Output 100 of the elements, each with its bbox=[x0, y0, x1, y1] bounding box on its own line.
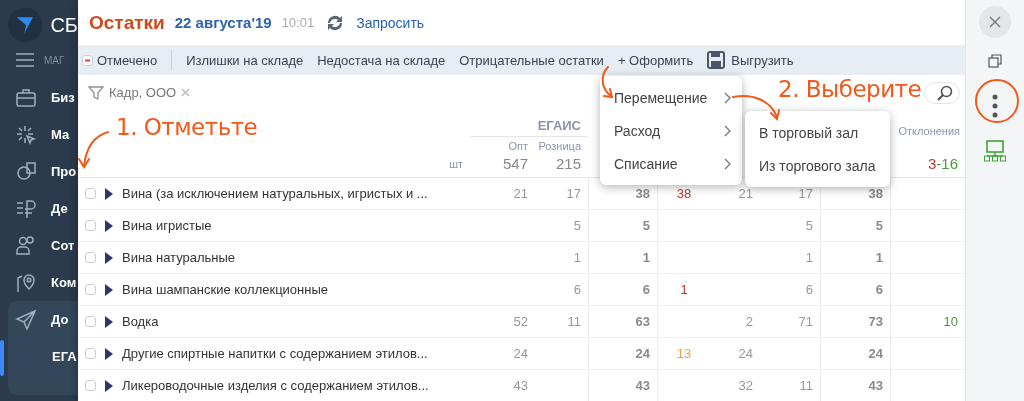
gear-box-icon bbox=[15, 160, 37, 183]
table-cell: 5 bbox=[588, 210, 657, 241]
row-checkbox[interactable] bbox=[85, 380, 96, 391]
row-name[interactable]: Вина натуральные bbox=[122, 242, 236, 273]
table-cell: 5 bbox=[820, 210, 890, 241]
annotation-arrow bbox=[78, 131, 109, 169]
expand-arrow-icon[interactable] bbox=[105, 347, 113, 360]
row-checkbox[interactable] bbox=[85, 220, 96, 231]
filter-link[interactable]: Недостача на складе bbox=[317, 52, 446, 68]
sidebar-item[interactable]: Ма bbox=[51, 127, 70, 142]
marked-filter[interactable]: Отмечено bbox=[97, 52, 158, 68]
sidebar-item[interactable]: Де bbox=[51, 201, 68, 216]
table-cell: 1 bbox=[588, 242, 657, 273]
request-link[interactable]: Запросить bbox=[356, 14, 425, 31]
annotation-arrow bbox=[732, 95, 780, 121]
table-cell: 63 bbox=[588, 306, 657, 337]
copy-icon[interactable] bbox=[988, 54, 1002, 68]
row-checkbox[interactable] bbox=[85, 348, 96, 359]
menu-item[interactable]: В торговый зал bbox=[745, 116, 890, 149]
table-cell: 1 bbox=[657, 274, 710, 305]
highlight-circle bbox=[975, 79, 1019, 123]
expand-arrow-icon[interactable] bbox=[105, 219, 113, 232]
row-checkbox[interactable] bbox=[85, 188, 96, 199]
filter-link[interactable]: Излишки на складе bbox=[186, 52, 304, 68]
sidebar-item[interactable]: Ком bbox=[51, 275, 77, 290]
section-label: МАГ bbox=[44, 54, 65, 66]
create-link[interactable]: + Оформить bbox=[617, 52, 694, 68]
table-cell-text: 6 bbox=[804, 281, 814, 299]
menu-icon[interactable] bbox=[16, 53, 34, 67]
expand-arrow-icon[interactable] bbox=[105, 187, 113, 200]
deviation-total: -16 bbox=[936, 155, 958, 172]
filter-chip[interactable]: Кадр, ООО bbox=[109, 85, 177, 100]
row-name[interactable]: Ликероводочные изделия с содержанием этилов... bbox=[122, 370, 429, 401]
row-checkbox[interactable] bbox=[85, 284, 96, 295]
page-title: Остатки bbox=[89, 11, 165, 34]
brand-name: СБ bbox=[50, 13, 78, 37]
row-checkbox[interactable] bbox=[85, 252, 96, 263]
network-icon[interactable] bbox=[984, 140, 1006, 162]
column-header: Розница bbox=[537, 139, 582, 154]
expand-arrow-icon[interactable] bbox=[105, 379, 113, 392]
expand-arrow-icon[interactable] bbox=[105, 251, 113, 264]
row-name[interactable]: Вина шампанские коллекционные bbox=[122, 274, 329, 305]
table-cell-text: 5 bbox=[804, 217, 814, 235]
report-time: 10:01 bbox=[281, 15, 315, 30]
column-group-header: ЕГАИС bbox=[470, 118, 588, 137]
annotation-text: 2. Выберите bbox=[778, 76, 922, 102]
table-cell: 43 bbox=[820, 370, 890, 401]
chevron-right-icon bbox=[724, 91, 731, 104]
menu-item-label: Списание bbox=[614, 155, 678, 172]
table-cell-text: 52 bbox=[512, 313, 529, 331]
briefcase-icon bbox=[15, 86, 37, 109]
mark-checkbox[interactable] bbox=[82, 54, 93, 66]
sidebar-item[interactable]: Биз bbox=[51, 90, 75, 105]
table-cell-text: 11 bbox=[798, 377, 814, 395]
table-cell-text: 21 bbox=[512, 185, 529, 203]
table-cell-text: 21 bbox=[737, 185, 754, 203]
unit-label: шт bbox=[448, 157, 464, 172]
ruble-list-icon bbox=[15, 197, 37, 220]
row-name[interactable]: Другие спиртные напитки с содержанием этилов... bbox=[122, 338, 428, 369]
table-cell: 13 bbox=[657, 338, 710, 369]
table-cell: 1 bbox=[820, 242, 890, 273]
search-icon[interactable] bbox=[937, 84, 953, 101]
sidebar-subitem[interactable]: ЕГА bbox=[52, 349, 77, 364]
table-cell: 73 bbox=[820, 306, 890, 337]
row-name[interactable]: Вина игристые bbox=[122, 210, 212, 241]
table-cell-text: 5 bbox=[572, 217, 582, 235]
column-header: Отклонения bbox=[897, 125, 961, 137]
annotation-arrow bbox=[601, 66, 614, 99]
report-date: 22 августа'19 bbox=[174, 14, 272, 31]
table-cell-text: 43 bbox=[512, 377, 529, 395]
menu-item[interactable]: Списание bbox=[600, 147, 742, 180]
table-cell-text: 71 bbox=[797, 313, 814, 331]
sidebar-item[interactable]: Про bbox=[51, 164, 77, 179]
table-cell-text: 24 bbox=[512, 345, 529, 363]
export-link[interactable]: Выгрузить bbox=[731, 52, 794, 68]
sidebar-item[interactable]: До bbox=[51, 312, 69, 327]
table-cell-text: 24 bbox=[737, 345, 754, 363]
table-cell-text: 17 bbox=[565, 185, 582, 203]
menu-item[interactable]: Перемещение bbox=[600, 81, 742, 114]
chevron-right-icon bbox=[724, 124, 731, 137]
menu-item[interactable]: Расход bbox=[600, 114, 742, 147]
row-checkbox[interactable] bbox=[85, 316, 96, 327]
expand-arrow-icon[interactable] bbox=[105, 315, 113, 328]
logo-icon bbox=[8, 7, 43, 43]
deviation-total: 3 bbox=[927, 155, 937, 172]
people-icon bbox=[15, 234, 37, 257]
table-cell-text: 2 bbox=[744, 313, 754, 331]
column-header: Опт bbox=[507, 139, 529, 154]
table-cell-text: 1 bbox=[804, 249, 814, 267]
table-cell-text: 17 bbox=[797, 185, 814, 203]
sidebar-item[interactable]: Сот bbox=[51, 238, 75, 253]
more-icon[interactable] bbox=[992, 94, 998, 118]
row-name[interactable]: Вина (за исключением натуральных, игристых и ... bbox=[122, 178, 428, 209]
expand-arrow-icon[interactable] bbox=[105, 283, 113, 296]
filter-link[interactable]: Отрицательные остатки bbox=[459, 52, 604, 68]
table-cell-text: 32 bbox=[737, 377, 754, 395]
table-cell-text: 1 bbox=[572, 249, 582, 267]
paper-plane-icon bbox=[15, 308, 37, 331]
row-name[interactable]: Водка bbox=[122, 306, 159, 337]
column-total: 547 bbox=[501, 155, 529, 174]
